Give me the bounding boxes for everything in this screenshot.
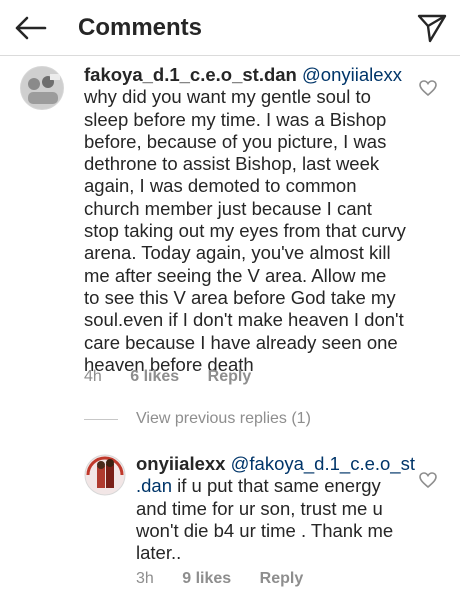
comment-time: 4h — [84, 368, 102, 385]
comment-username[interactable]: fakoya_d.1_c.e.o_st.dan — [84, 64, 297, 85]
header-bar: Comments — [0, 0, 460, 56]
avatar[interactable] — [20, 66, 64, 110]
reply-line: if u put that same energy — [172, 475, 381, 497]
page-title: Comments — [78, 14, 203, 41]
comment-line: before, because of you picture, I was — [84, 130, 387, 152]
comment-line: soul.even if I don't make heaven I don't — [84, 309, 404, 331]
reply-line: won't die b4 ur time . Thank me — [136, 519, 394, 541]
comment-line: dethrone to assist Bishop, last week — [84, 153, 380, 175]
comment-line: stop taking out my eyes from that curvy — [84, 220, 406, 242]
reply-meta: 3h 9 likes Reply — [136, 570, 327, 588]
view-replies-label: View previous replies (1) — [136, 410, 311, 427]
comment-line: me after seeing the V area. Allow me — [84, 264, 387, 286]
comment-line: church member just because I cant — [84, 197, 372, 219]
reply-line: and time for ur son, trust me u — [136, 497, 383, 519]
reply-text: onyiialexx @fakoya_d.1_c.e.o_st .dan if … — [136, 453, 416, 564]
divider-line — [84, 418, 118, 420]
reply-button[interactable]: Reply — [208, 368, 252, 385]
heart-icon[interactable] — [418, 78, 438, 98]
reply-line: later.. — [136, 542, 182, 564]
reply-mention-cont[interactable]: .dan — [136, 475, 172, 496]
comment-line: to see this V area before God take my — [84, 286, 396, 308]
likes-count[interactable]: 9 likes — [182, 570, 231, 587]
comment-mention[interactable]: @onyiialexx — [302, 64, 402, 85]
comment-line: why did you want my gentle soul to — [84, 86, 371, 108]
comment-line: sleep before my time. I was a Bishop — [84, 108, 387, 130]
reply-mention[interactable]: @fakoya_d.1_c.e.o_st — [231, 453, 415, 474]
comment-line: again, I was demoted to common — [84, 175, 357, 197]
paper-plane-icon[interactable] — [416, 12, 448, 44]
arrow-left-icon[interactable] — [12, 10, 48, 46]
heart-icon[interactable] — [418, 470, 438, 490]
comment-meta: 4h 6 likes Reply — [84, 368, 275, 386]
view-previous-replies[interactable]: View previous replies (1) — [84, 410, 311, 428]
comment-line: arena. Today again, you've almost kill — [84, 242, 391, 264]
likes-count[interactable]: 6 likes — [130, 368, 179, 385]
reply-button[interactable]: Reply — [260, 570, 304, 587]
comment-line: care because I have already seen one — [84, 331, 398, 353]
reply-username[interactable]: onyiialexx — [136, 453, 225, 474]
comment-text: fakoya_d.1_c.e.o_st.dan @onyiialexx why … — [84, 64, 424, 376]
reply-time: 3h — [136, 570, 154, 587]
avatar[interactable] — [84, 454, 126, 496]
